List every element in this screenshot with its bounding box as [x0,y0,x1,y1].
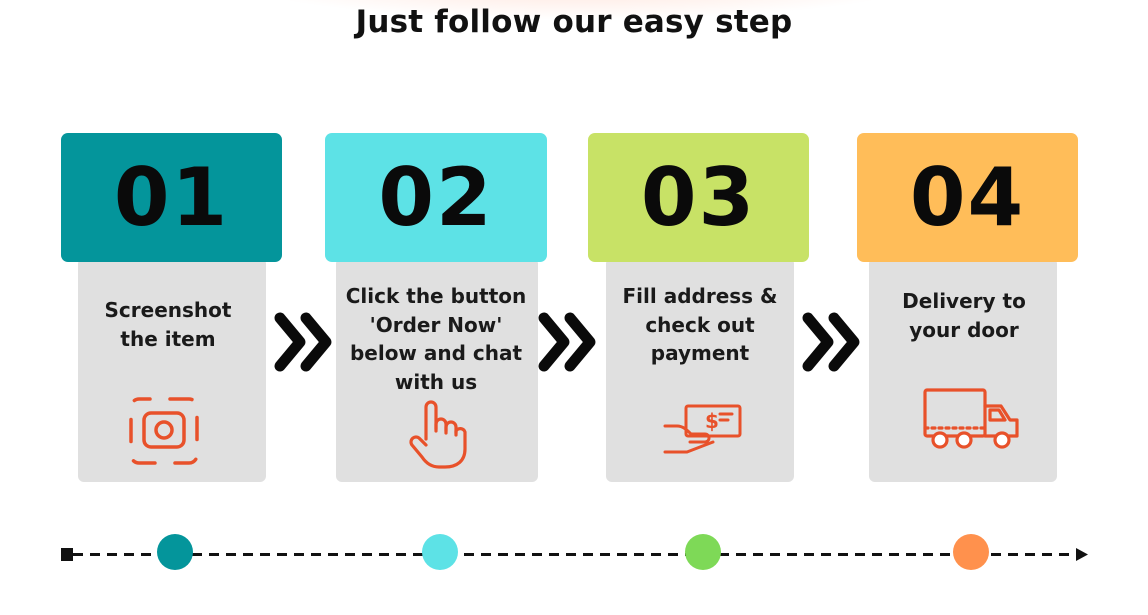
timeline-start-marker [61,548,73,561]
timeline-end-arrow [1076,548,1088,561]
timeline-dot-1 [157,534,193,570]
timeline-dot-2 [422,534,458,570]
timeline [61,534,1088,570]
timeline-dot-4 [953,534,989,570]
timeline-dot-3 [685,534,721,570]
